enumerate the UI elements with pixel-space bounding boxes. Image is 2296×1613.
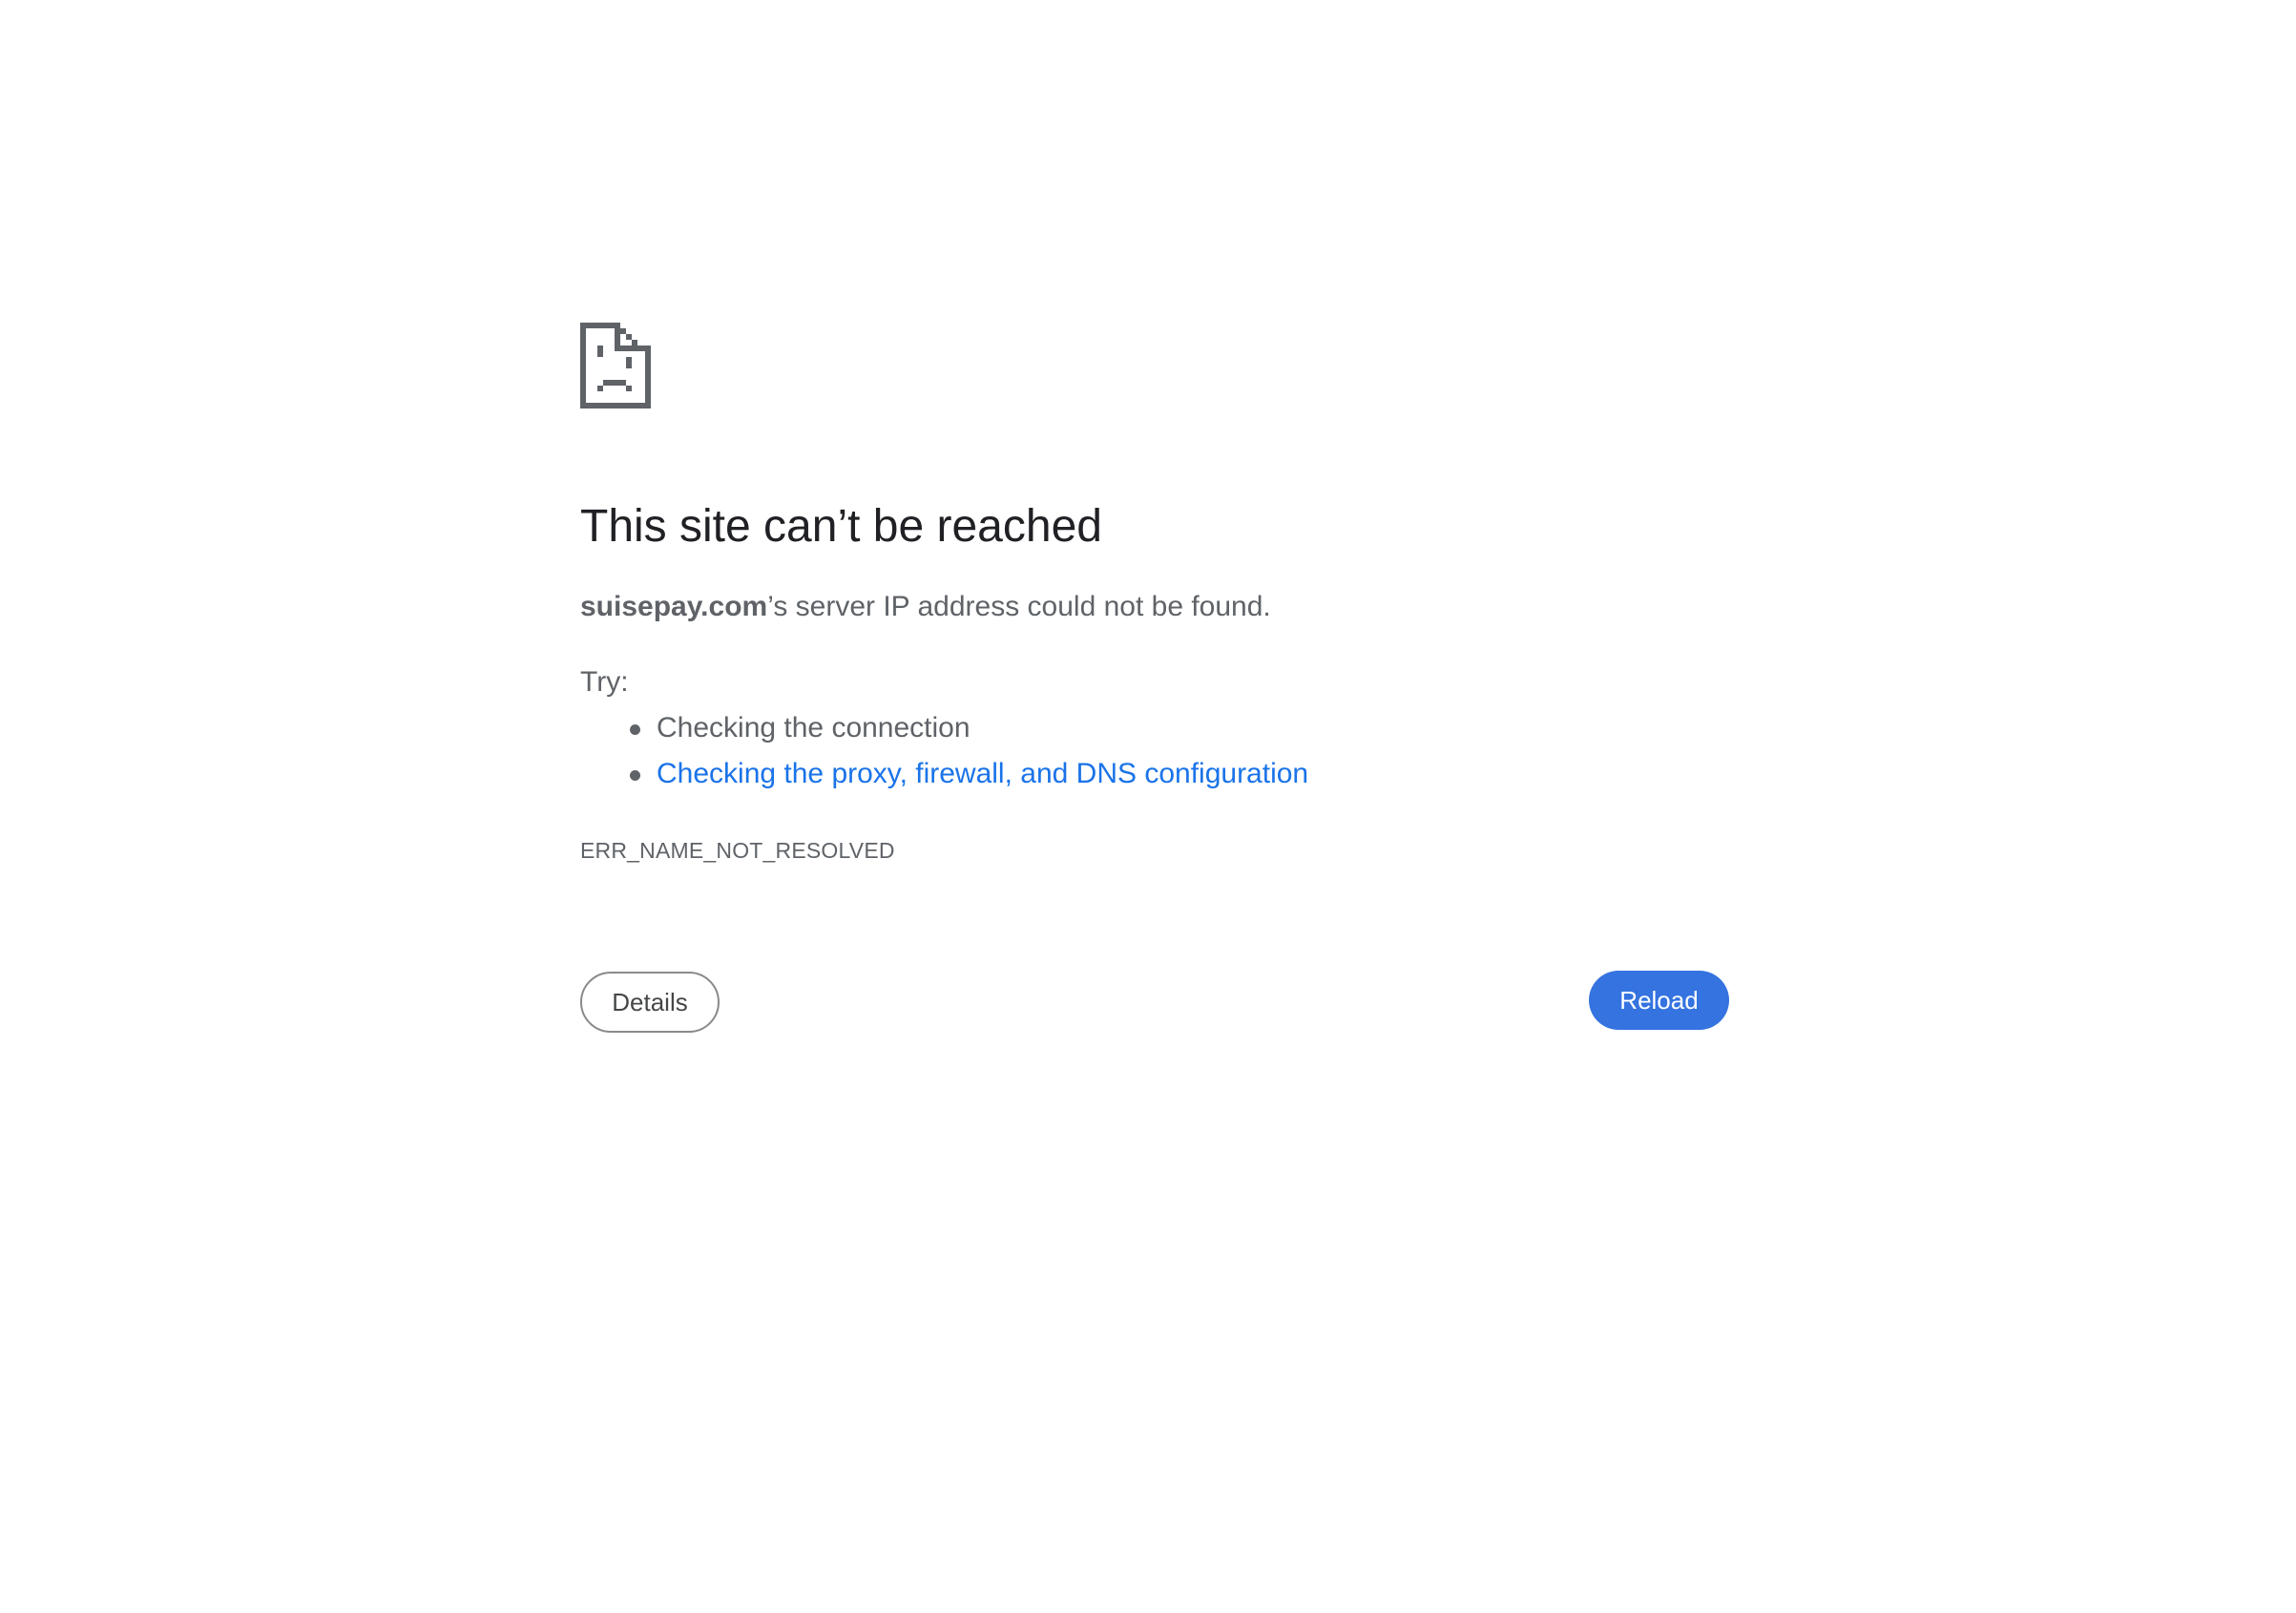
- try-label: Try:: [580, 666, 629, 698]
- bullet: [630, 770, 640, 781]
- host-name: suisepay.com: [580, 591, 768, 622]
- reload-button[interactable]: Reload: [1589, 971, 1729, 1030]
- page-title: This site can’t be reached: [580, 501, 1102, 552]
- error-page: This site can’t be reached suisepay.com’…: [580, 323, 1729, 1033]
- error-code: ERR_NAME_NOT_RESOLVED: [580, 838, 895, 863]
- details-button[interactable]: Details: [580, 972, 720, 1033]
- error-message-text: ’s server IP address could not be found.: [767, 591, 1271, 622]
- error-message: suisepay.com’s server IP address could n…: [580, 590, 1271, 624]
- suggestion-check-connection: Checking the connection: [580, 711, 1308, 757]
- sad-page-icon: [580, 323, 1729, 408]
- suggestion-check-proxy-link[interactable]: Checking the proxy, firewall, and DNS co…: [580, 757, 1308, 803]
- suggestion-list: Checking the connection Checking the pro…: [580, 711, 1308, 803]
- suggestion-label: Checking the connection: [657, 712, 971, 744]
- bullet: [630, 724, 640, 735]
- suggestion-link-label[interactable]: Checking the proxy, firewall, and DNS co…: [657, 758, 1308, 789]
